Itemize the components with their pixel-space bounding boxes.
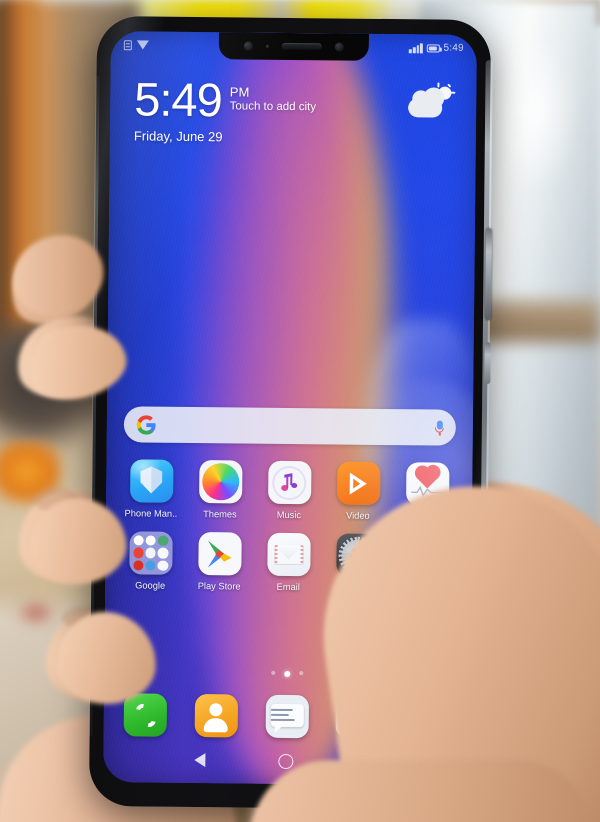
status-bar-left <box>123 39 149 50</box>
app-play-store[interactable]: Play Store <box>188 532 251 592</box>
page-dot-2-active[interactable] <box>284 670 291 678</box>
themes-gradient-circle <box>201 463 239 501</box>
mic-stem <box>438 432 441 436</box>
display-notch <box>218 32 369 61</box>
mini-icon-play-store <box>157 560 168 571</box>
handset-glyph <box>133 700 158 730</box>
play-triangle-glyph <box>207 540 231 568</box>
messages-icon <box>265 694 309 739</box>
clock-weather-widget[interactable]: 5:49 PM Touch to add city Friday, June 2… <box>134 72 459 147</box>
play-store-icon <box>197 532 242 576</box>
app-music[interactable]: Music <box>258 460 321 521</box>
dock-contacts[interactable] <box>192 694 239 738</box>
app-label: Google <box>135 580 166 591</box>
sensor-dot-icon <box>265 44 269 48</box>
app-label: Phone Man.. <box>124 508 178 519</box>
red-pattern-spot <box>16 600 56 626</box>
partly-cloudy-icon[interactable] <box>406 82 456 120</box>
status-bar-right: 5:49 <box>409 42 464 54</box>
microphone-icon[interactable] <box>434 420 444 436</box>
sun-ray <box>437 82 440 88</box>
mini-icon-gmail <box>145 535 156 546</box>
google-folder-icon <box>128 531 173 575</box>
music-ring <box>272 465 307 500</box>
signal-bars-icon <box>409 42 423 53</box>
dock-messages[interactable] <box>263 694 310 739</box>
envelope-stripe-right <box>299 544 304 565</box>
app-label: Music <box>276 509 302 521</box>
status-bar-clock: 5:49 <box>443 42 464 54</box>
volume-rocker-button[interactable] <box>484 228 492 321</box>
back-triangle-icon[interactable] <box>193 753 205 768</box>
mini-icon-drive <box>145 547 156 559</box>
mini-icon-photos <box>157 548 169 559</box>
app-themes[interactable]: Themes <box>189 460 252 520</box>
home-circle-icon[interactable] <box>277 753 293 769</box>
app-video[interactable]: Video <box>327 461 390 521</box>
clock-time: 5:49 <box>134 72 223 127</box>
app-label: Play Store <box>197 581 241 592</box>
add-city-hint[interactable]: Touch to add city <box>230 101 316 114</box>
mini-icon-maps <box>157 535 169 546</box>
phone-manager-icon <box>129 459 174 503</box>
themes-icon <box>198 460 242 504</box>
person-body <box>203 718 229 733</box>
page-dot-3[interactable] <box>299 671 304 676</box>
app-folder-google[interactable]: Google <box>119 531 182 591</box>
power-button[interactable] <box>484 342 491 385</box>
app-email[interactable]: Email <box>257 532 320 593</box>
sim-card-icon <box>123 39 132 50</box>
mini-icon-google-search <box>133 535 144 546</box>
photo-scene: 5:49 5:49 PM Touch to add city Friday, J… <box>0 0 600 822</box>
earpiece-speaker-icon <box>281 42 322 51</box>
app-label: Video <box>346 510 370 521</box>
wifi-icon <box>136 40 149 50</box>
google-g-icon <box>136 414 157 435</box>
page-dot-1[interactable] <box>271 670 276 675</box>
clock-meta: PM Touch to add city <box>230 78 317 113</box>
music-note-icon <box>281 473 298 491</box>
contacts-icon <box>194 694 238 738</box>
window-glow <box>482 44 578 194</box>
video-icon <box>336 461 380 505</box>
music-icon <box>267 460 311 505</box>
battery-icon <box>426 43 440 53</box>
app-label: Themes <box>203 509 237 520</box>
proximity-sensor-icon <box>243 41 253 51</box>
app-label: Email <box>276 581 300 593</box>
sun-ray <box>450 91 456 94</box>
shield-icon <box>140 466 162 493</box>
envelope-stripe-left <box>273 544 278 565</box>
app-phone-manager[interactable]: Phone Man.. <box>120 459 183 519</box>
person-head <box>209 703 223 717</box>
cloud-icon <box>408 98 443 118</box>
play-notch <box>353 478 361 489</box>
email-icon <box>266 532 311 577</box>
google-search-bar[interactable] <box>123 406 457 446</box>
clock-ampm: PM <box>229 84 250 100</box>
envelope-icon <box>273 544 304 565</box>
mini-icon-youtube <box>132 547 144 559</box>
mini-icon-duo <box>145 560 156 571</box>
front-camera-icon <box>334 42 344 52</box>
phone-dialer-icon <box>123 693 168 737</box>
mini-icon-play-music <box>132 560 144 571</box>
hand-lower-edge <box>250 760 590 822</box>
